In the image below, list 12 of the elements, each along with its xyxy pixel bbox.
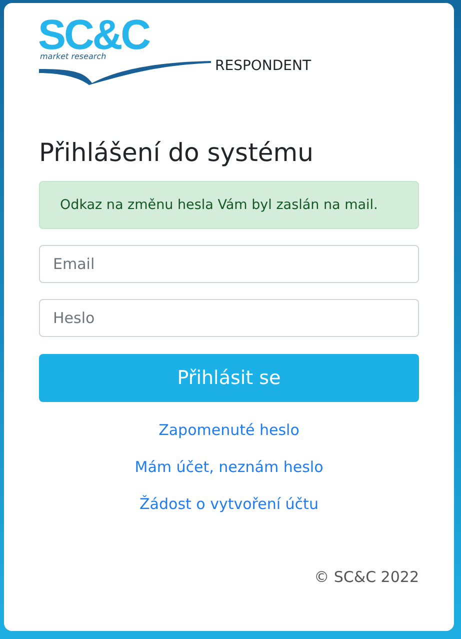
page-title: Přihlášení do systému [39, 138, 314, 167]
logo-text: SC&C [38, 19, 150, 51]
link[interactable]: Žádost o vytvoření účtu [140, 495, 318, 513]
logo-tagline: market research [40, 52, 106, 61]
app-label: RESPONDENT [215, 58, 312, 74]
link[interactable]: Zapomenuté heslo [158, 421, 300, 439]
login-button[interactable]: Přihlásit se [39, 354, 419, 402]
password-field[interactable]: Heslo [39, 299, 419, 337]
alert-message: Odkaz na změnu hesla Vám byl zaslán na mail. [39, 181, 419, 229]
email-field[interactable]: Email [39, 245, 419, 283]
copyright-text: © SC&C 2022 [313, 568, 419, 586]
link[interactable]: Mám účet, neznám heslo [134, 458, 324, 476]
